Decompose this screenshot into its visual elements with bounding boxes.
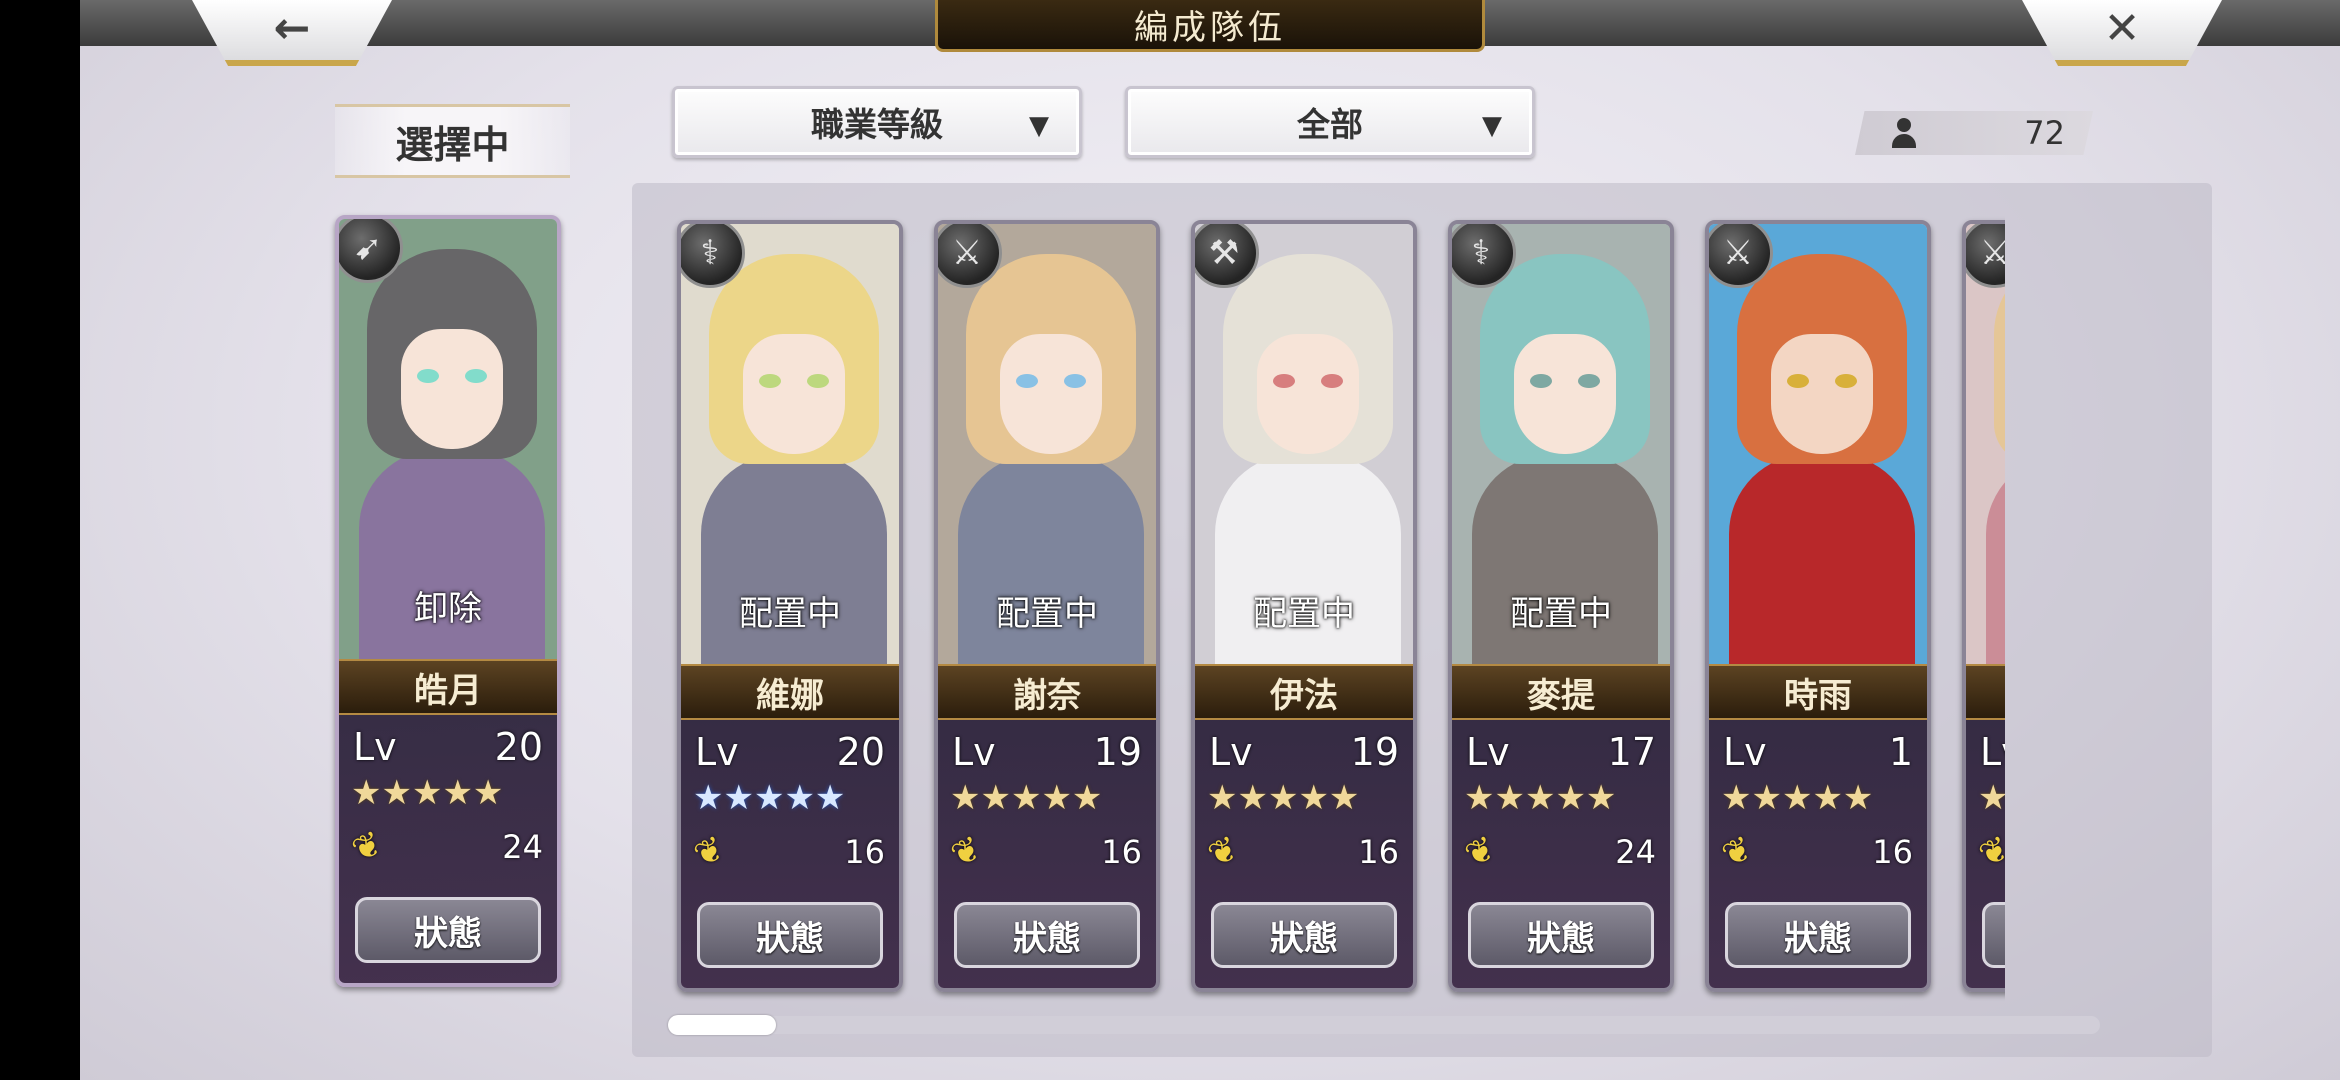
person-icon <box>1891 118 1917 148</box>
back-button[interactable]: ← <box>192 0 392 66</box>
unit-state-label: 配置中 <box>1966 586 2005 635</box>
scrollbar-track[interactable] <box>668 1016 2100 1034</box>
unit-portrait <box>1709 224 1927 674</box>
unit-state-label: 配置中 <box>739 594 841 634</box>
wing-cost-icon: ❦ <box>687 827 731 877</box>
level-label: Lv <box>952 730 996 774</box>
level-label: Lv <box>353 725 397 769</box>
wing-cost-icon: ❦ <box>1715 827 1759 877</box>
wing-cost-icon: ❦ <box>1458 827 1502 877</box>
roster-count: 72 <box>1855 111 2093 155</box>
job-level-sort-label: 職業等級 <box>811 105 943 144</box>
wing-cost-icon: ❦ <box>1201 827 1245 877</box>
unit-card[interactable]: ⚕ 配置中 麥提 Lv 17 ★★★★★ ❦ 24 狀態 <box>1448 220 1674 992</box>
rarity-stars: ★★★★★ <box>1207 778 1360 818</box>
level-label: Lv <box>1980 730 2005 774</box>
rarity-stars: ★★★★★ <box>351 773 504 813</box>
level-value: 20 <box>836 730 885 774</box>
unit-name: 伊法 <box>1195 664 1413 720</box>
wing-cost-icon: ❦ <box>1972 827 2005 877</box>
selected-section-label: 選擇中 <box>335 104 570 178</box>
cost-value: 16 <box>844 833 885 871</box>
unit-info: Lv ★★★★★ ❦ 狀態 <box>1966 720 2005 988</box>
status-button[interactable]: 狀態 <box>1211 902 1397 968</box>
unit-state-label: 配置中 <box>1510 594 1612 634</box>
rarity-stars: ★★★★★ <box>693 778 846 818</box>
cost-value: 24 <box>1615 833 1656 871</box>
status-button[interactable]: 狀態 <box>1468 902 1654 968</box>
level-value: 19 <box>1093 730 1142 774</box>
unit-card[interactable]: ⚒ 配置中 伊法 Lv 19 ★★★★★ ❦ 16 狀態 <box>1191 220 1417 992</box>
level-label: Lv <box>1723 730 1767 774</box>
level-label: Lv <box>1466 730 1510 774</box>
unit-name: 米熊 <box>1966 664 2005 720</box>
job-level-sort-dropdown[interactable]: 職業等級 ▼ <box>672 86 1082 158</box>
unit-card[interactable]: ⚕ 配置中 維娜 Lv 20 ★★★★★ ❦ 16 狀態 <box>677 220 903 992</box>
unit-info: Lv 20 ★★★★★ ❦ 16 狀態 <box>681 720 899 988</box>
category-filter-dropdown[interactable]: 全部 ▼ <box>1125 86 1535 158</box>
level-label: Lv <box>1209 730 1253 774</box>
unit-info: Lv 20 ★★★★★ ❦ 24 狀態 <box>339 715 557 983</box>
rarity-stars: ★★★★★ <box>1978 778 2005 818</box>
wing-cost-icon: ❦ <box>944 827 988 877</box>
unit-info: Lv 19 ★★★★★ ❦ 16 狀態 <box>938 720 1156 988</box>
level-value: 17 <box>1607 730 1656 774</box>
scrollbar-thumb[interactable] <box>668 1015 776 1035</box>
status-button[interactable]: 狀態 <box>954 902 1140 968</box>
wing-cost-icon: ❦ <box>345 822 389 872</box>
unit-card[interactable]: ⚔ 配置中 謝奈 Lv 19 ★★★★★ ❦ 16 狀態 <box>934 220 1160 992</box>
cost-value: 24 <box>502 828 543 866</box>
level-label: Lv <box>695 730 739 774</box>
unit-info: Lv 1 ★★★★★ ❦ 16 狀態 <box>1709 720 1927 988</box>
unit-state-label: 配置中 <box>996 594 1098 634</box>
rarity-stars: ★★★★★ <box>1721 778 1874 818</box>
page-title: 編成隊伍 <box>935 0 1485 52</box>
rarity-stars: ★★★★★ <box>950 778 1103 818</box>
chevron-down-icon: ▼ <box>1029 111 1049 141</box>
status-button[interactable]: 狀態 <box>1725 902 1911 968</box>
unit-name: 謝奈 <box>938 664 1156 720</box>
unit-card[interactable]: ⚔ 時雨 Lv 1 ★★★★★ ❦ 16 狀態 <box>1705 220 1931 992</box>
close-button[interactable]: ✕ <box>2022 0 2222 66</box>
level-value: 1 <box>1888 730 1913 774</box>
unit-name: 時雨 <box>1709 664 1927 720</box>
unit-list: ⚕ 配置中 維娜 Lv 20 ★★★★★ ❦ 16 狀態 ⚔ 配置中 謝奈 Lv… <box>580 200 2005 1010</box>
unit-info: Lv 19 ★★★★★ ❦ 16 狀態 <box>1195 720 1413 988</box>
back-arrow-icon: ← <box>273 2 311 54</box>
unit-name: 維娜 <box>681 664 899 720</box>
unit-name: 麥提 <box>1452 664 1670 720</box>
selected-unit-card[interactable]: ➹ 卸除 皓月 Lv 20 ★★★★★ ❦ 24 狀態 <box>335 215 561 987</box>
status-button[interactable]: 狀態 <box>355 897 541 963</box>
level-value: 19 <box>1350 730 1399 774</box>
rarity-stars: ★★★★★ <box>1464 778 1617 818</box>
unit-info: Lv 17 ★★★★★ ❦ 24 狀態 <box>1452 720 1670 988</box>
unit-state-label: 配置中 <box>1253 594 1355 634</box>
level-value: 20 <box>494 725 543 769</box>
cost-value: 16 <box>1101 833 1142 871</box>
unit-name: 皓月 <box>339 659 557 715</box>
category-filter-label: 全部 <box>1297 105 1363 144</box>
status-button[interactable]: 狀態 <box>697 902 883 968</box>
chevron-down-icon: ▼ <box>1482 111 1502 141</box>
close-icon: ✕ <box>2103 2 2141 54</box>
unit-state-label: 卸除 <box>414 589 482 629</box>
cost-value: 16 <box>1872 833 1913 871</box>
status-button[interactable]: 狀態 <box>1982 902 2005 968</box>
roster-count-value: 72 <box>2024 114 2065 152</box>
unit-card[interactable]: ⚔ 配置中 米熊 Lv ★★★★★ ❦ 狀態 <box>1962 220 2005 992</box>
cost-value: 16 <box>1358 833 1399 871</box>
